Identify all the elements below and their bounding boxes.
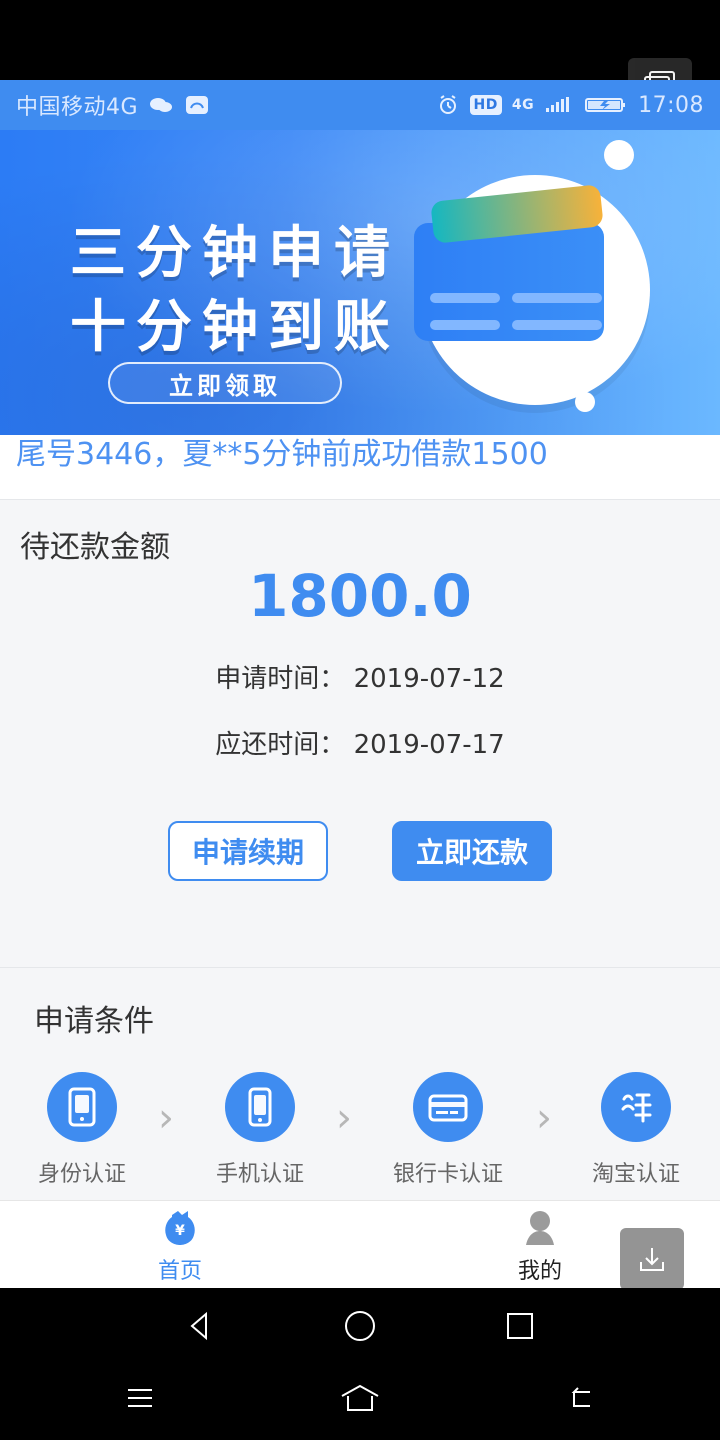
chevron-right-icon: › [158, 1095, 174, 1141]
promo-banner[interactable]: 三分钟申请 十分钟到账 立即领取 [0, 130, 720, 435]
main-content: 待还款金额 1800.0 申请时间： 2019-07-12 应还时间： 2019… [0, 500, 720, 1200]
download-icon [640, 1248, 664, 1271]
loan-ticker: 尾号3446，夏**5分钟前成功借款1500 [0, 435, 720, 500]
status-left: 中国移动4G [16, 89, 210, 121]
recent-square-icon [507, 1313, 533, 1339]
battery-icon [585, 98, 626, 112]
condition-step-bank-card[interactable]: 银行卡认证 [378, 1072, 518, 1188]
taobao-icon [621, 1093, 652, 1123]
wechat-icon [150, 98, 173, 112]
home-circle-icon [345, 1311, 375, 1341]
nav-back-button[interactable] [180, 1306, 220, 1346]
renew-button[interactable]: 申请续期 [168, 821, 328, 881]
floating-download-button[interactable] [620, 1228, 684, 1290]
nav-menu-button[interactable] [120, 1378, 160, 1418]
status-right: HD 4G 17:08 [436, 93, 704, 118]
carrier-text: 中国移动4G [16, 95, 139, 120]
nav-home-button[interactable] [340, 1306, 380, 1346]
pay-now-button[interactable]: 立即还款 [392, 821, 552, 881]
nav-recent-button[interactable] [500, 1306, 540, 1346]
condition-label: 银行卡认证 [392, 1162, 503, 1187]
repayment-section: 待还款金额 1800.0 申请时间： 2019-07-12 应还时间： 2019… [0, 500, 720, 968]
condition-label: 淘宝认证 [591, 1162, 680, 1187]
due-time-value: 2019-07-17 [353, 730, 505, 760]
apply-time-value: 2019-07-12 [353, 664, 505, 694]
id-phone-icon [68, 1087, 96, 1127]
tab-home-label: 首页 [157, 1259, 202, 1284]
status-bar: 中国移动4G HD 4G 17:08 [0, 80, 720, 130]
bottom-tab-bar: ¥ 首页 我的 [0, 1200, 720, 1288]
banner-dot [575, 392, 595, 412]
time-text: 17:08 [638, 92, 704, 118]
network-text: 4G [511, 97, 535, 113]
nav-return-button[interactable] [560, 1378, 600, 1418]
banner-title-line1: 三分钟申请 [70, 221, 400, 286]
return-icon [571, 1387, 590, 1407]
tab-home[interactable]: ¥ 首页 [120, 1201, 240, 1289]
banner-title-line2: 十分钟到账 [70, 295, 400, 360]
apply-time-row: 申请时间： 2019-07-12 [0, 658, 720, 695]
apply-time-label: 申请时间： [215, 664, 346, 694]
due-time-row: 应还时间： 2019-07-17 [0, 724, 720, 761]
due-time-label: 应还时间： [215, 730, 346, 760]
banner-dot [604, 140, 634, 170]
hd-badge: HD [469, 95, 502, 115]
condition-circle [47, 1072, 117, 1142]
condition-step-phone[interactable]: 手机认证 [190, 1072, 330, 1188]
conditions-title: 申请条件 [34, 1004, 154, 1039]
condition-step-taobao[interactable]: 淘宝认证 [566, 1072, 706, 1188]
top-black-area [0, 0, 720, 80]
repayment-amount: 1800.0 [248, 562, 472, 630]
chevron-right-icon: › [336, 1095, 352, 1141]
tab-mine[interactable]: 我的 [480, 1201, 600, 1289]
banner-cta-button[interactable]: 立即领取 [108, 362, 342, 404]
card-line [430, 320, 500, 330]
bank-card-icon [428, 1094, 468, 1122]
nav-home-outline-button[interactable] [336, 1378, 384, 1418]
chevron-right-icon: › [536, 1095, 552, 1141]
repayment-title: 待还款金额 [20, 530, 170, 565]
svg-text:¥: ¥ [175, 1223, 185, 1239]
condition-circle [225, 1072, 295, 1142]
tab-mine-label: 我的 [517, 1259, 562, 1284]
signal-icon [546, 97, 570, 112]
card-line [512, 293, 602, 303]
ticker-line-1: 尾号3446，夏**5分钟前成功借款1500 [16, 437, 548, 472]
home-money-bag-icon: ¥ [120, 1201, 240, 1249]
condition-circle [601, 1072, 671, 1142]
app-notification-icon [186, 96, 209, 114]
phone-icon [248, 1087, 272, 1127]
conditions-section: 申请条件 身份认证 › 手机认证 › 银行卡认证 › 淘宝认证 [0, 968, 720, 1200]
alarm-icon [439, 95, 456, 114]
condition-circle [413, 1072, 483, 1142]
condition-label: 手机认证 [215, 1162, 304, 1187]
condition-step-id[interactable]: 身份认证 [12, 1072, 152, 1188]
card-line [512, 320, 602, 330]
home-outline-icon [341, 1384, 379, 1411]
card-illustration [420, 175, 650, 405]
user-icon [480, 1201, 600, 1249]
card-line [430, 293, 500, 303]
android-nav-bar [0, 1288, 720, 1440]
condition-label: 身份认证 [37, 1162, 126, 1187]
hamburger-icon [128, 1389, 152, 1407]
back-triangle-icon [190, 1311, 207, 1341]
